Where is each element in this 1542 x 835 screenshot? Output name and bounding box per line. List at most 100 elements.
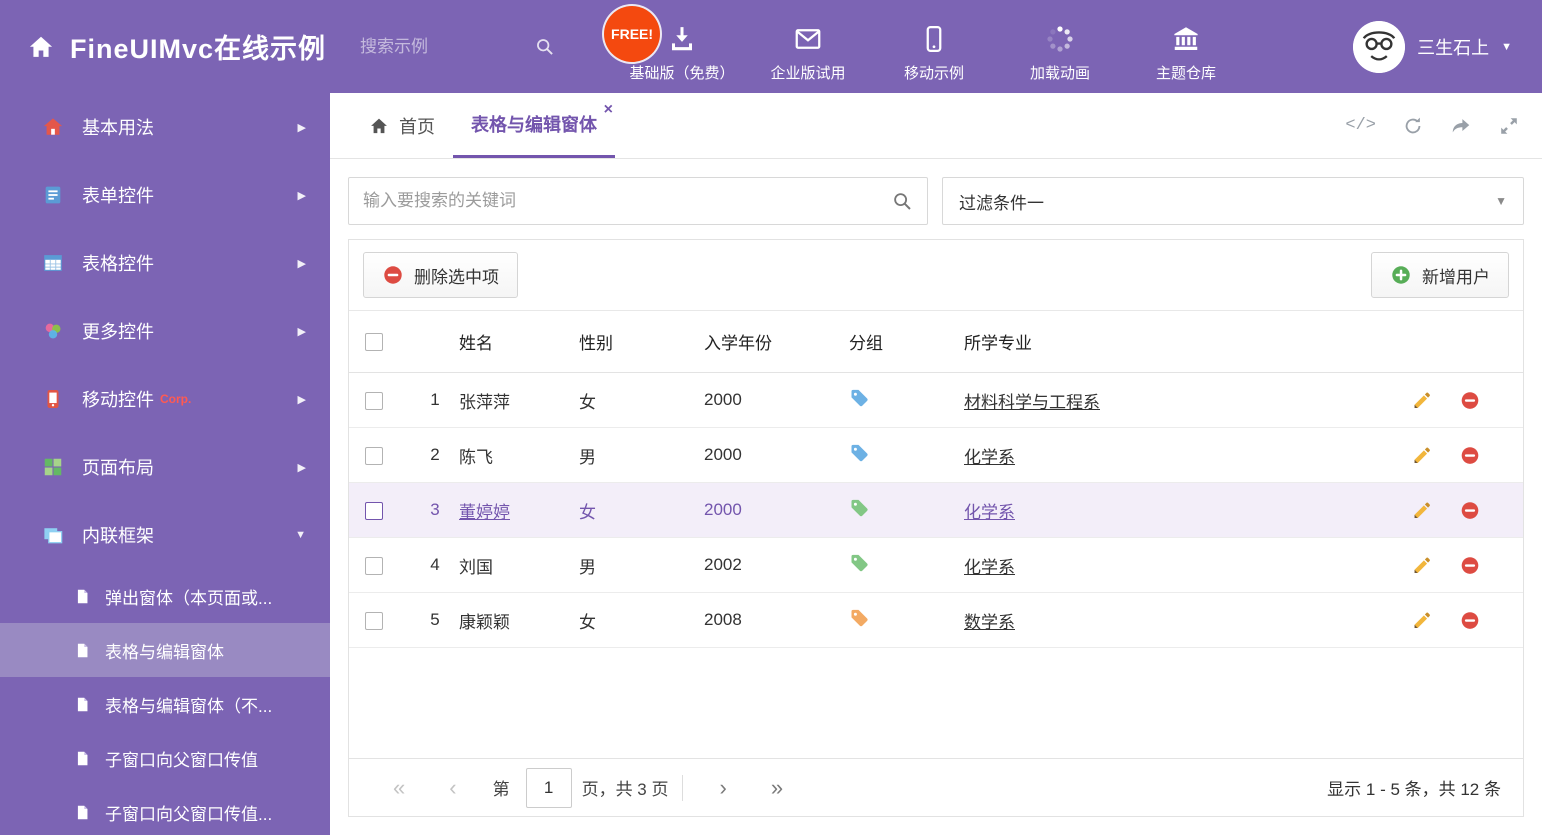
add-user-button[interactable]: 新增用户 xyxy=(1371,252,1509,298)
header-search-input[interactable] xyxy=(360,36,521,57)
sidebar-item-mobile-controls[interactable]: 移动控件 Corp. ▶ xyxy=(0,365,330,433)
row-checkbox[interactable] xyxy=(365,501,383,520)
next-page-button[interactable]: › xyxy=(697,776,748,799)
sidebar-subitem-grid-edit-window[interactable]: 表格与编辑窗体 xyxy=(0,623,330,677)
free-badge: FREE! xyxy=(604,6,661,62)
chevron-right-icon: ▶ xyxy=(297,189,306,202)
major-link[interactable]: 材料科学与工程系 xyxy=(964,393,1100,412)
close-icon[interactable]: × xyxy=(604,102,613,118)
delete-selected-button[interactable]: 删除选中项 xyxy=(363,252,518,298)
row-number: 1 xyxy=(430,390,440,409)
column-header-group: 分组 xyxy=(849,334,883,353)
select-all-checkbox[interactable] xyxy=(365,333,383,352)
row-number: 4 xyxy=(430,555,440,574)
edit-pencil-icon[interactable] xyxy=(1411,390,1433,411)
delete-row-icon[interactable] xyxy=(1459,500,1481,521)
tag-icon xyxy=(849,608,869,628)
cell-gender: 女 xyxy=(579,502,596,522)
edit-pencil-icon[interactable] xyxy=(1411,610,1433,631)
table-row[interactable]: 4 刘国 男 2002 化学系 xyxy=(349,538,1523,593)
row-checkbox[interactable] xyxy=(365,446,383,465)
major-link[interactable]: 化学系 xyxy=(964,558,1015,577)
search-icon[interactable] xyxy=(534,36,555,57)
home-icon xyxy=(368,116,390,136)
major-link[interactable]: 化学系 xyxy=(964,503,1015,522)
cell-name: 刘国 xyxy=(459,557,493,577)
cell-name: 董婷婷 xyxy=(459,502,510,522)
header-nav: FREE! 基础版（免费） 企业版试用 移动示例 加载动画 主题仓库 xyxy=(604,6,1242,83)
edit-pencil-icon[interactable] xyxy=(1411,500,1433,521)
cell-gender: 男 xyxy=(579,557,596,577)
row-checkbox[interactable] xyxy=(365,391,383,410)
tab-home[interactable]: 首页 xyxy=(350,93,453,158)
nav-item-loading-animation[interactable]: 加载动画 xyxy=(1004,10,1116,83)
form-icon xyxy=(42,184,64,206)
sidebar-subitem-popup-window[interactable]: 弹出窗体（本页面或... xyxy=(0,569,330,623)
cell-name: 张萍萍 xyxy=(459,392,510,412)
table-row[interactable]: 1 张萍萍 女 2000 材料科学与工程系 xyxy=(349,373,1523,428)
code-icon[interactable]: </> xyxy=(1345,116,1376,135)
flower-icon xyxy=(42,320,64,342)
tab-grid-edit-window[interactable]: 表格与编辑窗体 × xyxy=(453,93,615,158)
caret-down-icon: ▼ xyxy=(1501,40,1512,53)
table-row[interactable]: 5 康颖颖 女 2008 数学系 xyxy=(349,593,1523,648)
mobile-icon xyxy=(919,24,949,54)
sidebar-item-grid-controls[interactable]: 表格控件 ▶ xyxy=(0,229,330,297)
user-menu[interactable]: 三生石上 ▼ xyxy=(1353,20,1542,73)
pagination-bar: « ‹ 第 页，共 3 页 › » 显示 1 - 5 条，共 12 条 xyxy=(349,758,1523,816)
edit-pencil-icon[interactable] xyxy=(1411,555,1433,576)
nav-item-theme-repo[interactable]: 主题仓库 xyxy=(1130,10,1242,83)
tag-icon xyxy=(849,443,869,463)
chevron-right-icon: ▶ xyxy=(297,257,306,270)
edit-pencil-icon[interactable] xyxy=(1411,445,1433,466)
app-title: FineUIMvc在线示例 xyxy=(70,34,327,64)
sidebar-item-iframe[interactable]: 内联框架 ▼ xyxy=(0,501,330,569)
table-row[interactable]: 2 陈飞 男 2000 化学系 xyxy=(349,428,1523,483)
nav-item-enterprise-trial[interactable]: 企业版试用 xyxy=(752,10,864,83)
sidebar-item-basic-usage[interactable]: 基本用法 ▶ xyxy=(0,93,330,161)
column-header-year: 入学年份 xyxy=(704,334,772,353)
table-row-selected[interactable]: 3 董婷婷 女 2000 化学系 xyxy=(349,483,1523,538)
grid-toolbar: 删除选中项 新增用户 xyxy=(349,240,1523,311)
sidebar-subitem-grid-edit-window-alt[interactable]: 表格与编辑窗体（不... xyxy=(0,677,330,731)
search-icon[interactable] xyxy=(891,190,913,212)
envelope-icon xyxy=(793,24,823,54)
row-checkbox[interactable] xyxy=(365,611,383,630)
refresh-icon[interactable] xyxy=(1402,115,1424,137)
home-icon[interactable] xyxy=(26,33,56,61)
delete-row-icon[interactable] xyxy=(1459,610,1481,631)
table-icon xyxy=(42,252,64,274)
last-page-button[interactable]: » xyxy=(749,776,805,799)
nav-item-mobile-demo[interactable]: 移动示例 xyxy=(878,10,990,83)
first-page-button[interactable]: « xyxy=(371,776,427,799)
sidebar-item-more-controls[interactable]: 更多控件 ▶ xyxy=(0,297,330,365)
sidebar-item-page-layout[interactable]: 页面布局 ▶ xyxy=(0,433,330,501)
filter-dropdown[interactable]: 过滤条件一 ▼ xyxy=(942,177,1524,225)
tab-tools: </> xyxy=(1345,93,1520,158)
avatar xyxy=(1353,20,1406,73)
page-number-input[interactable] xyxy=(525,767,572,808)
major-link[interactable]: 化学系 xyxy=(964,448,1015,467)
sidebar-subitem-child-to-parent-alt[interactable]: 子窗口向父窗口传值... xyxy=(0,785,330,835)
row-checkbox[interactable] xyxy=(365,556,383,575)
cell-year: 2000 xyxy=(704,500,742,519)
delete-row-icon[interactable] xyxy=(1459,445,1481,466)
header-search xyxy=(360,36,570,57)
delete-row-icon[interactable] xyxy=(1459,390,1481,411)
bank-icon xyxy=(1171,24,1201,54)
major-link[interactable]: 数学系 xyxy=(964,613,1015,632)
share-icon[interactable] xyxy=(1450,115,1472,137)
prev-page-button[interactable]: ‹ xyxy=(427,776,478,799)
nav-item-basic-edition[interactable]: FREE! 基础版（免费） xyxy=(604,6,738,83)
cell-gender: 女 xyxy=(579,612,596,632)
page-prefix-label: 第 xyxy=(492,780,510,799)
sidebar-subitem-child-to-parent[interactable]: 子窗口向父窗口传值 xyxy=(0,731,330,785)
expand-icon[interactable] xyxy=(1498,115,1520,137)
tab-content: 过滤条件一 ▼ 删除选中项 新增用户 姓名 性别 xyxy=(330,159,1542,835)
sidebar-item-form-controls[interactable]: 表单控件 ▶ xyxy=(0,161,330,229)
chevron-right-icon: ▶ xyxy=(297,393,306,406)
delete-row-icon[interactable] xyxy=(1459,555,1481,576)
cell-name: 陈飞 xyxy=(459,447,493,467)
pager-divider xyxy=(682,774,684,801)
keyword-search-input[interactable] xyxy=(363,191,891,211)
